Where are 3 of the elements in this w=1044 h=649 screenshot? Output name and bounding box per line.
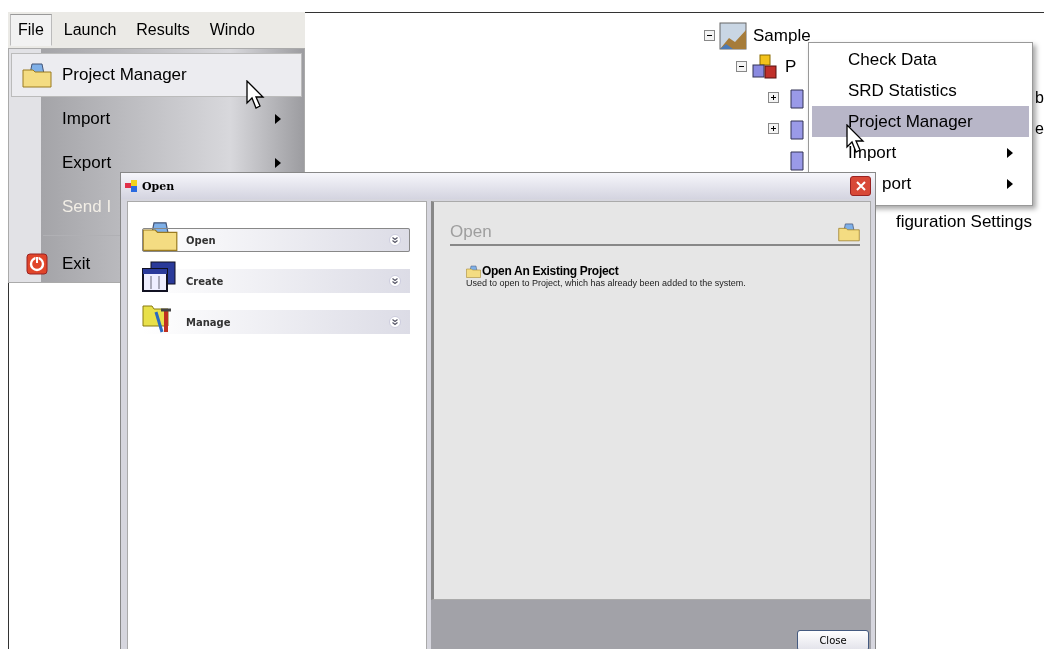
- panel-heading: Open: [450, 222, 492, 242]
- window-title: Open: [142, 179, 176, 193]
- task-description: Used to open to Project, which has already been added to the system.: [466, 278, 747, 288]
